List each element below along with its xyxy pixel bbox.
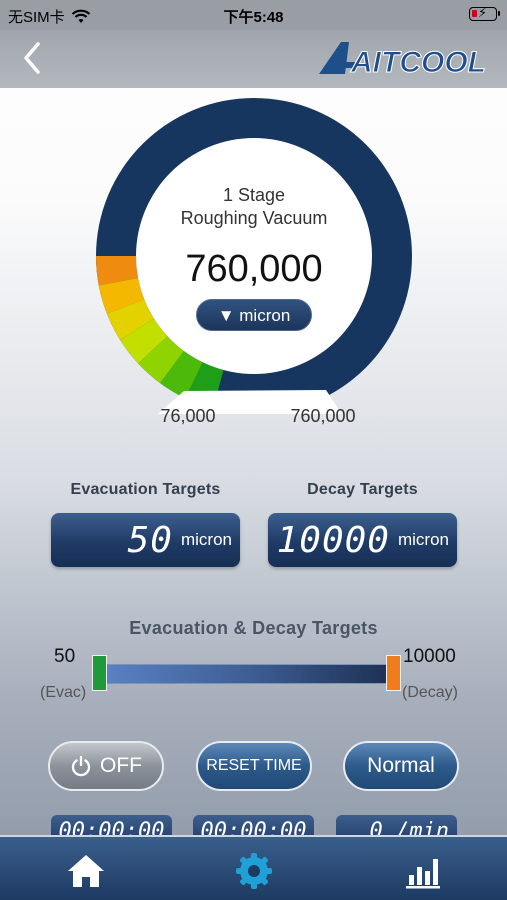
stage-line-1: 1 Stage [222, 185, 286, 205]
battery-charging-icon: ⚡ [469, 5, 500, 21]
battery-level [472, 10, 477, 17]
decay-targets-label: Decay Targets [307, 481, 418, 498]
evac-targets-label: Evacuation Targets [70, 481, 221, 498]
gauge-max-label: 760,000 [290, 406, 356, 426]
logo-text: AITCOOL [350, 46, 485, 79]
evac-target-field[interactable]: 50 micron [51, 513, 240, 567]
reset-time-button[interactable]: RESET TIME [196, 741, 312, 791]
decay-target-value: 10000 [276, 519, 390, 561]
home-icon [68, 855, 104, 887]
power-off-button[interactable]: OFF [48, 741, 164, 791]
bolt-icon: ⚡ [478, 5, 488, 20]
chevron-left-icon [24, 42, 40, 74]
tab-bar [0, 835, 507, 900]
power-button-label: OFF [100, 754, 142, 777]
power-icon [71, 755, 91, 777]
aitcool-logo: AITCOOL [319, 42, 485, 80]
gear-icon [236, 853, 272, 889]
nav-bar: AITCOOL [0, 30, 507, 88]
gauge-stage-title: 1 Stage Roughing Vacuum [96, 184, 412, 230]
range-slider-track[interactable] [100, 664, 394, 684]
tab-charts[interactable] [400, 851, 444, 891]
gauge-value: 760,000 [185, 248, 323, 290]
decay-target-unit: micron [397, 530, 449, 549]
unit-selector-button[interactable]: ▼ micron [196, 299, 312, 331]
gauge-min-label: 76,000 [160, 406, 216, 426]
back-button[interactable] [16, 38, 50, 78]
slider-evac-value: 50 [54, 646, 76, 667]
evac-slider-handle[interactable] [92, 655, 107, 691]
decay-slider-handle[interactable] [386, 655, 401, 691]
decay-target-field[interactable]: 10000 micron [268, 513, 457, 567]
range-slider-title: Evacuation & Decay Targets [129, 618, 378, 638]
status-bar: 无SIM卡 下午5:48 ⚡ [0, 0, 507, 30]
mode-normal-button[interactable]: Normal [343, 741, 459, 791]
evac-target-unit: micron [180, 530, 232, 549]
bar-chart-icon [406, 859, 440, 889]
stage-line-2: Roughing Vacuum [180, 208, 328, 228]
slider-evac-label: (Evac) [40, 684, 87, 701]
status-time: 下午5:48 [223, 9, 284, 26]
evac-target-value: 50 [127, 519, 173, 561]
tab-settings[interactable] [232, 851, 276, 891]
tab-home[interactable] [64, 851, 108, 891]
slider-decay-label: (Decay) [402, 684, 459, 701]
slider-decay-value: 10000 [403, 646, 456, 667]
